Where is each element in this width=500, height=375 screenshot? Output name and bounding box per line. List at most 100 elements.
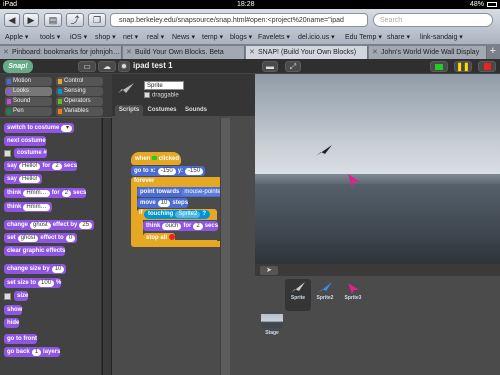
bookmark-item[interactable]: tools ▾: [40, 33, 60, 41]
settings-button[interactable]: ✹: [118, 61, 130, 72]
block-change-effect[interactable]: change ghost effect by 25: [4, 220, 95, 230]
category-sensing[interactable]: Sensing: [56, 87, 103, 96]
pages-button[interactable]: ❐: [88, 13, 106, 27]
bookmark-item[interactable]: del.icio.us ▾: [298, 33, 335, 41]
cloud-button[interactable]: ☁: [98, 61, 116, 72]
category-motion[interactable]: Motion: [5, 77, 52, 86]
block-costume-number[interactable]: costume #: [14, 148, 47, 158]
address-bar[interactable]: snap.berkeley.edu/snapsource/snap.html#o…: [110, 13, 368, 27]
bookmark-item[interactable]: share ▾: [387, 33, 410, 41]
scripts-area[interactable]: when clicked go to x: -150 y: -150 forever …: [112, 116, 255, 375]
block-go-to-front[interactable]: go to front: [4, 334, 37, 344]
tab-johns-wall[interactable]: ✕ John's World Wide Wall Display: [369, 46, 487, 59]
share-button[interactable]: ⤴: [66, 13, 84, 27]
block-change-size[interactable]: change size by 10: [4, 264, 67, 274]
category-operators[interactable]: Operators: [56, 97, 103, 106]
block-say[interactable]: say Hello!: [4, 174, 43, 184]
turtle-icon: ➤: [266, 267, 272, 274]
sprite-thumb-sprite[interactable]: Sprite: [285, 279, 311, 311]
close-icon[interactable]: ✕: [126, 46, 132, 59]
block-show[interactable]: show: [4, 305, 23, 315]
block-hide[interactable]: hide: [4, 318, 20, 328]
close-icon[interactable]: ✕: [372, 46, 378, 59]
block-clear-effects[interactable]: clear graphic effects: [4, 246, 66, 256]
bookmark-item[interactable]: iOS ▾: [70, 33, 87, 41]
back-button[interactable]: ◀: [4, 13, 20, 27]
sprite-thumb-sprite2[interactable]: Sprite2: [312, 279, 338, 301]
stop-button[interactable]: [478, 61, 496, 72]
palette-scrollbar[interactable]: [103, 118, 111, 375]
stage-thumb[interactable]: Stage: [259, 314, 285, 336]
block-go-back-layers[interactable]: go back 1 layers: [4, 347, 61, 357]
block-say-for-secs[interactable]: say Hello! for 2 secs: [4, 161, 78, 171]
draggable-checkbox[interactable]: [144, 92, 150, 98]
block-go-to-xy[interactable]: go to x: -150 y: -150: [131, 166, 206, 176]
tab-byob[interactable]: ✕ Build Your Own Blocks. Beta: [123, 46, 245, 59]
green-flag-icon: [435, 64, 443, 70]
block-touching[interactable]: touching Sprite2?: [144, 210, 211, 219]
block-think-for-secs[interactable]: think ouch for 2 secs: [143, 221, 219, 231]
stage[interactable]: [255, 74, 500, 264]
category-sound[interactable]: Sound: [5, 97, 52, 106]
forward-button[interactable]: ▶: [23, 13, 39, 27]
close-icon[interactable]: ✕: [3, 46, 9, 59]
checkbox[interactable]: [4, 150, 11, 157]
checkbox[interactable]: [4, 293, 11, 300]
bookmark-item[interactable]: real ▾: [147, 33, 164, 41]
presentation-button[interactable]: ⤢: [285, 61, 301, 72]
tab-snap[interactable]: ✕ SNAP! (Build Your Own Blocks): [246, 46, 368, 59]
sprite-arrow-icon[interactable]: [315, 144, 333, 158]
bookmarks-button[interactable]: ▤: [44, 13, 62, 27]
block-size[interactable]: size: [14, 291, 29, 301]
sprite-arrow-icon: [118, 83, 134, 93]
new-tab-icon[interactable]: +: [490, 45, 496, 58]
category-variables[interactable]: Variables: [56, 107, 103, 116]
stop-icon: [483, 63, 491, 70]
draggable-toggle[interactable]: draggable: [144, 92, 179, 99]
bookmark-item[interactable]: Edu Temp ▾: [345, 33, 382, 41]
normal-stage-icon: ▬: [266, 62, 274, 71]
bookmark-item[interactable]: link-sandaig ▾: [420, 33, 463, 41]
block-switch-costume[interactable]: switch to costume ▾: [4, 123, 75, 133]
bookmark-item[interactable]: Favelets ▾: [258, 33, 290, 41]
sprite3-arrow-icon[interactable]: [346, 172, 362, 188]
stage-label: Stage: [265, 330, 279, 336]
bookmark-item[interactable]: temp ▾: [202, 33, 223, 41]
scripts-scrollbar[interactable]: [220, 118, 230, 375]
tab-scripts[interactable]: Scripts: [115, 105, 143, 116]
bookmark-item[interactable]: News ▾: [172, 33, 195, 41]
block-set-effect[interactable]: set ghost effect to 0: [4, 233, 78, 243]
close-icon[interactable]: ✕: [249, 46, 255, 59]
category-looks[interactable]: Looks: [5, 87, 52, 96]
sprite-name-field[interactable]: Sprite: [144, 81, 184, 90]
category-pen[interactable]: Pen: [5, 107, 52, 116]
block-point-towards[interactable]: point towards mouse-pointer: [137, 187, 228, 197]
clock: 18:28: [237, 1, 255, 8]
green-flag-button[interactable]: [430, 61, 448, 72]
bookmark-item[interactable]: net ▾: [123, 33, 138, 41]
tab-sounds[interactable]: Sounds: [182, 105, 210, 116]
tab-costumes[interactable]: Costumes: [145, 105, 179, 116]
block-think[interactable]: think Hmm…: [4, 202, 52, 212]
sprite-tabs: Scripts Costumes Sounds: [112, 104, 255, 116]
sprite-thumb-sprite3[interactable]: Sprite3: [340, 279, 366, 301]
block-think-for-secs[interactable]: think Hmm… for 2 secs: [4, 188, 87, 198]
block-stop-all[interactable]: stop all: [143, 233, 175, 243]
bookmark-item[interactable]: Apple ▾: [5, 33, 28, 41]
file-menu-button[interactable]: ▭: [78, 61, 96, 72]
tab-pinboard[interactable]: ✕ Pinboard: bookmarks for johnjoh…: [0, 46, 122, 59]
sprite-header: Sprite draggable: [112, 74, 255, 104]
new-sprite-button[interactable]: ➤: [260, 266, 278, 275]
block-when-flag-clicked[interactable]: when clicked: [131, 152, 181, 165]
block-next-costume[interactable]: next costume: [4, 136, 46, 146]
search-field[interactable]: Search: [373, 13, 493, 27]
block-set-size[interactable]: set size to 100%: [4, 278, 62, 288]
bookmark-item[interactable]: shop ▾: [95, 33, 116, 41]
block-move-steps[interactable]: move 10 steps: [137, 198, 189, 208]
snap-logo[interactable]: Snap!: [3, 60, 33, 73]
pages-icon: ❐: [92, 15, 102, 25]
stage-size-button[interactable]: ▬: [262, 61, 278, 72]
bookmark-item[interactable]: blogs ▾: [230, 33, 252, 41]
pause-button[interactable]: ❚❚: [454, 61, 472, 72]
category-control[interactable]: Control: [56, 77, 103, 86]
